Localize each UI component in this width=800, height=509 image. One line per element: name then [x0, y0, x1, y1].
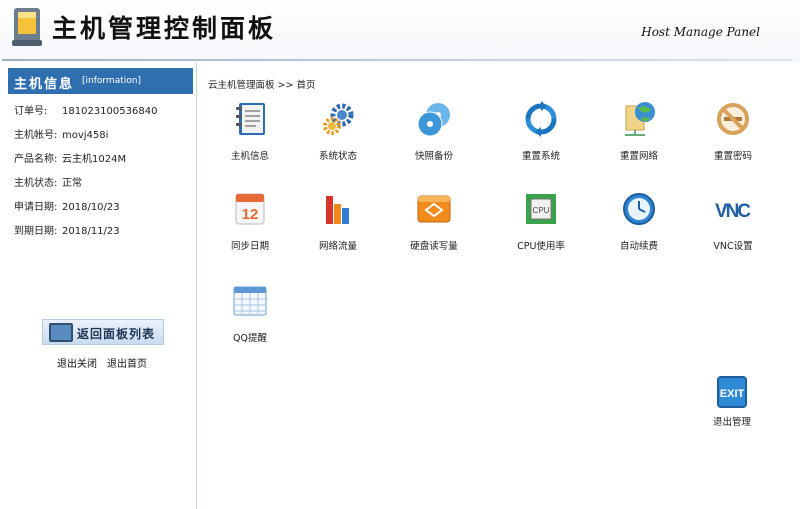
- sidebar-heading-en: [information]: [82, 76, 141, 86]
- info-label: 主机状态:: [14, 178, 58, 189]
- refresh-arrows-icon: [525, 101, 557, 137]
- notebook-icon: [236, 103, 265, 135]
- info-value: 2018/10/23: [62, 202, 120, 213]
- svg-text:12: 12: [242, 206, 259, 223]
- tile-label: 硬盘读写量: [410, 241, 458, 252]
- tile-vnc-settings[interactable]: VNC VNC设置: [693, 190, 773, 252]
- info-label: 产品名称:: [14, 154, 58, 165]
- info-label: 申请日期:: [14, 202, 58, 213]
- cpu-chip-icon: CPU: [526, 194, 556, 224]
- tile-label: 系统状态: [318, 151, 357, 162]
- tile-label: 自动续费: [619, 241, 658, 252]
- info-value: 正常: [62, 178, 82, 189]
- tile-cpu-usage[interactable]: CPU CPU使用率: [501, 190, 581, 252]
- vnc-text-icon: VNC: [715, 201, 751, 222]
- logout-home-link[interactable]: 退出首页: [107, 355, 147, 370]
- tile-label: 重置网络: [619, 151, 658, 162]
- sidebar: 主机信息 [information] 订单号: 181023100536840 主…: [0, 62, 197, 509]
- info-label: 订单号:: [14, 106, 48, 117]
- info-apply-date: 申请日期: 2018/10/23: [14, 198, 120, 213]
- info-label: 主机帐号:: [14, 130, 58, 141]
- info-account: 主机帐号: movj458i: [14, 126, 108, 141]
- gears-icon: [323, 103, 354, 135]
- tile-label: 重置密码: [713, 151, 752, 162]
- tile-reset-network[interactable]: 重置网络: [599, 100, 679, 162]
- header-divider: [2, 59, 792, 61]
- hard-disk-icon: [417, 195, 451, 223]
- calendar-grid-icon: [233, 286, 267, 316]
- header: 主机管理控制面板 Host Manage Panel: [0, 0, 800, 62]
- tile-auto-renew[interactable]: 自动续费: [599, 190, 679, 252]
- info-value: 181023100536840: [62, 106, 158, 117]
- page-title: 主机管理控制面板: [52, 14, 277, 43]
- info-expire-date: 到期日期: 2018/11/23: [14, 222, 120, 237]
- clock-icon: [623, 193, 655, 225]
- back-to-panel-list-button[interactable]: 返回面板列表: [42, 319, 164, 345]
- exit-sign-icon: EXIT: [717, 376, 747, 408]
- svg-text:CPU: CPU: [533, 206, 550, 215]
- info-value: movj458i: [62, 130, 109, 141]
- tile-snapshot-backup[interactable]: 快照备份: [394, 100, 474, 162]
- tile-disk-io[interactable]: 硬盘读写量: [394, 190, 474, 252]
- info-label: 到期日期:: [14, 226, 58, 237]
- info-status: 主机状态: 正常: [14, 174, 82, 189]
- sidebar-heading-text: 主机信息: [14, 77, 75, 92]
- tile-system-status[interactable]: 系统状态: [298, 100, 378, 162]
- tile-label: 重置系统: [521, 151, 560, 162]
- bar-chart-icon: [326, 196, 349, 224]
- tile-label: 快照备份: [414, 151, 453, 162]
- svg-text:VNC: VNC: [715, 201, 751, 222]
- sidebar-heading: 主机信息 [information]: [8, 68, 193, 94]
- page-subtitle: Host Manage Panel: [641, 25, 760, 39]
- network-globe-icon: [625, 102, 655, 136]
- info-value: 2018/11/23: [62, 226, 120, 237]
- tile-reset-system[interactable]: 重置系统: [501, 100, 581, 162]
- tile-reset-password[interactable]: 重置密码: [693, 100, 773, 162]
- tile-label: 主机信息: [230, 151, 269, 162]
- info-product-name: 产品名称: 云主机1024M: [14, 150, 126, 165]
- discs-icon: [417, 103, 450, 137]
- tile-label: 同步日期: [230, 241, 269, 252]
- logout-close-link[interactable]: 退出关闭: [57, 355, 97, 370]
- back-button-label: 返回面板列表: [77, 327, 156, 341]
- tile-host-info[interactable]: 主机信息: [210, 100, 290, 162]
- app-logo-icon: [12, 8, 42, 46]
- exit-management-button[interactable]: EXIT 退出管理: [700, 374, 764, 428]
- no-smoking-key-icon: [717, 103, 749, 135]
- exit-label: 退出管理: [712, 417, 751, 428]
- svg-text:EXIT: EXIT: [720, 388, 745, 400]
- info-order-number: 订单号: 181023100536840: [14, 102, 157, 117]
- tile-label: CPU使用率: [517, 241, 565, 252]
- monitor-icon: [49, 323, 73, 342]
- tile-label: VNC设置: [713, 241, 753, 252]
- tile-qq-reminder[interactable]: QQ提醒: [210, 282, 290, 344]
- tile-label: QQ提醒: [233, 333, 267, 344]
- tile-label: 网络流量: [318, 241, 357, 252]
- tile-sync-date[interactable]: 12 同步日期: [210, 190, 290, 252]
- calendar-12-icon: 12: [235, 193, 265, 225]
- breadcrumb: 云主机管理面板 >> 首页: [208, 80, 316, 91]
- info-value: 云主机1024M: [62, 154, 127, 165]
- tile-network-traffic[interactable]: 网络流量: [298, 190, 378, 252]
